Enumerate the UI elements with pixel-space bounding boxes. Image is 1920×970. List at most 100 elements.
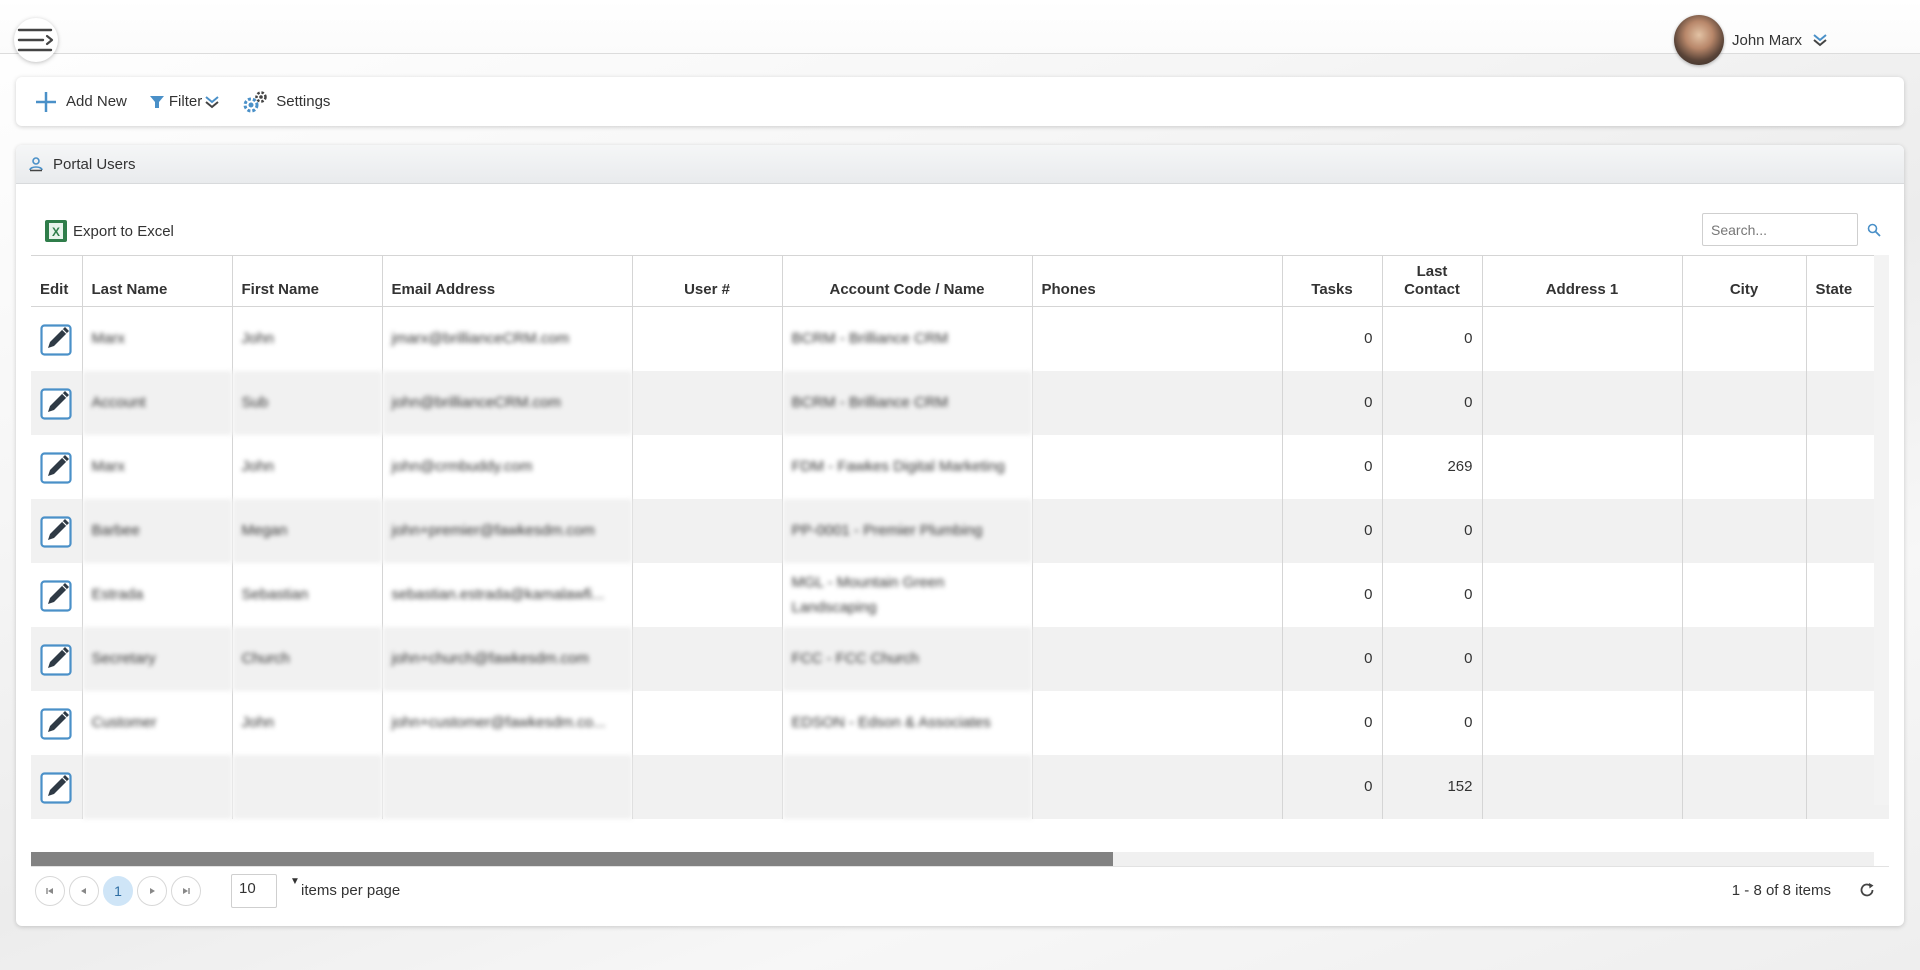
cell-last-name: Account [82, 370, 233, 435]
cell-city [1682, 626, 1807, 691]
cell-last-contact: 269 [1382, 434, 1483, 499]
items-per-page-select[interactable]: 10 ▼ [231, 873, 300, 908]
next-page-button[interactable] [137, 875, 167, 906]
edit-cell[interactable] [31, 690, 83, 755]
cell-address1 [1482, 498, 1683, 563]
cell-tasks: 0 [1282, 370, 1383, 435]
user-avatar[interactable] [1674, 15, 1724, 65]
cell-phones [1032, 306, 1283, 371]
edit-icon[interactable] [40, 706, 74, 740]
cell-account: BCRM - Brilliance CRM [782, 306, 1033, 371]
cell-email: john@crmbuddy.com [382, 434, 633, 499]
cell-account: PP-0001 - Premier Plumbing [782, 498, 1033, 563]
vertical-scrollbar[interactable] [1874, 255, 1889, 805]
edit-icon[interactable] [40, 450, 74, 484]
cell-user-num [632, 434, 783, 499]
export-label: Export to Excel [73, 222, 174, 240]
toolbar: Add New Filter Settings [16, 77, 1904, 126]
cell-last-name: Estrada [82, 562, 233, 627]
cell-last-contact: 0 [1382, 562, 1483, 627]
cell-first-name: John [232, 434, 383, 499]
edit-cell[interactable] [31, 434, 83, 499]
cell-first-name: Sub [232, 370, 383, 435]
cell-address1 [1482, 370, 1683, 435]
edit-cell[interactable] [31, 370, 83, 435]
edit-cell[interactable] [31, 754, 83, 819]
cell-phones [1032, 754, 1283, 819]
excel-icon: X [45, 220, 67, 242]
last-page-button[interactable] [171, 875, 201, 906]
search-icon[interactable] [1867, 223, 1881, 237]
refresh-icon[interactable] [1858, 881, 1876, 899]
chevron-down-icon[interactable] [1812, 32, 1828, 48]
edit-icon[interactable] [40, 578, 74, 612]
table-row: Customer John john+customer@fawkesdm.co...… [31, 690, 1889, 755]
search-input[interactable] [1702, 213, 1858, 246]
first-page-icon [46, 887, 53, 894]
user-name[interactable]: John Marx [1732, 32, 1802, 49]
panel-header: Portal Users [16, 145, 1904, 184]
chevron-down-icon [205, 95, 219, 108]
edit-icon[interactable] [40, 322, 74, 356]
cell-tasks: 0 [1282, 498, 1383, 563]
dropdown-caret-icon: ▼ [290, 875, 300, 887]
edit-icon[interactable] [40, 642, 74, 676]
table-row: Barbee Megan john+premier@fawkesdm.com PP-0… [31, 498, 1889, 563]
page-1-button[interactable]: 1 [103, 875, 133, 906]
column-header-first-name[interactable]: First Name [232, 255, 383, 307]
horizontal-scrollbar[interactable] [31, 852, 1874, 866]
cell-user-num [632, 690, 783, 755]
cell-city [1682, 562, 1807, 627]
top-bar [0, 0, 1920, 54]
portal-users-grid: Edit Last Name First Name Email Address … [31, 255, 1889, 853]
column-header-address1[interactable]: Address 1 [1482, 255, 1683, 307]
settings-button[interactable]: Settings [242, 90, 330, 114]
edit-icon[interactable] [40, 770, 74, 804]
column-header-edit: Edit [31, 255, 83, 307]
column-header-email[interactable]: Email Address [382, 255, 633, 307]
filter-button[interactable]: Filter [149, 93, 220, 110]
table-row: Secretary Church john+church@fawkesdm.com F… [31, 626, 1889, 691]
cell-last-contact: 152 [1382, 754, 1483, 819]
cell-user-num [632, 370, 783, 435]
edit-cell[interactable] [31, 562, 83, 627]
cell-first-name: Sebastian [232, 562, 383, 627]
previous-page-button[interactable] [69, 875, 99, 906]
hamburger-menu-icon [17, 28, 54, 52]
cell-last-name: Secretary [82, 626, 233, 691]
cell-first-name: John [232, 306, 383, 371]
users-icon [29, 157, 43, 172]
cell-first-name: Church [232, 626, 383, 691]
column-header-last-contact[interactable]: Last Contact [1382, 255, 1483, 307]
cell-tasks: 0 [1282, 306, 1383, 371]
cell-last-name: Customer [82, 690, 233, 755]
edit-cell[interactable] [31, 306, 83, 371]
cell-email: john+church@fawkesdm.com [382, 626, 633, 691]
edit-icon[interactable] [40, 514, 74, 548]
user-menu[interactable]: John Marx [1674, 14, 1828, 66]
column-header-phones[interactable]: Phones [1032, 255, 1283, 307]
column-header-tasks[interactable]: Tasks [1282, 255, 1383, 307]
last-contact-line2: Contact [1404, 281, 1460, 298]
cell-city [1682, 690, 1807, 755]
column-header-user-number[interactable]: User # [632, 255, 783, 307]
cell-account: MGL - Mountain Green Landscaping [782, 562, 1033, 627]
column-header-city[interactable]: City [1682, 255, 1807, 307]
cell-address1 [1482, 754, 1683, 819]
hamburger-menu-button[interactable] [14, 18, 58, 62]
export-to-excel-button[interactable]: X Export to Excel [44, 219, 174, 243]
cell-email: john+premier@fawkesdm.com [382, 498, 633, 563]
first-page-button[interactable] [35, 875, 65, 906]
cell-email: john+customer@fawkesdm.co... [382, 690, 633, 755]
edit-cell[interactable] [31, 626, 83, 691]
horizontal-scrollbar-thumb[interactable] [31, 852, 1113, 866]
table-row: Marx John john@crmbuddy.com FDM - Fawkes Di… [31, 434, 1889, 499]
edit-icon[interactable] [40, 386, 74, 420]
pager-info: 1 - 8 of 8 items [1731, 882, 1831, 899]
cell-tasks: 0 [1282, 626, 1383, 691]
cell-tasks: 0 [1282, 434, 1383, 499]
add-new-button[interactable]: Add New [34, 90, 127, 114]
column-header-account[interactable]: Account Code / Name [782, 255, 1033, 307]
column-header-last-name[interactable]: Last Name [82, 255, 233, 307]
edit-cell[interactable] [31, 498, 83, 563]
